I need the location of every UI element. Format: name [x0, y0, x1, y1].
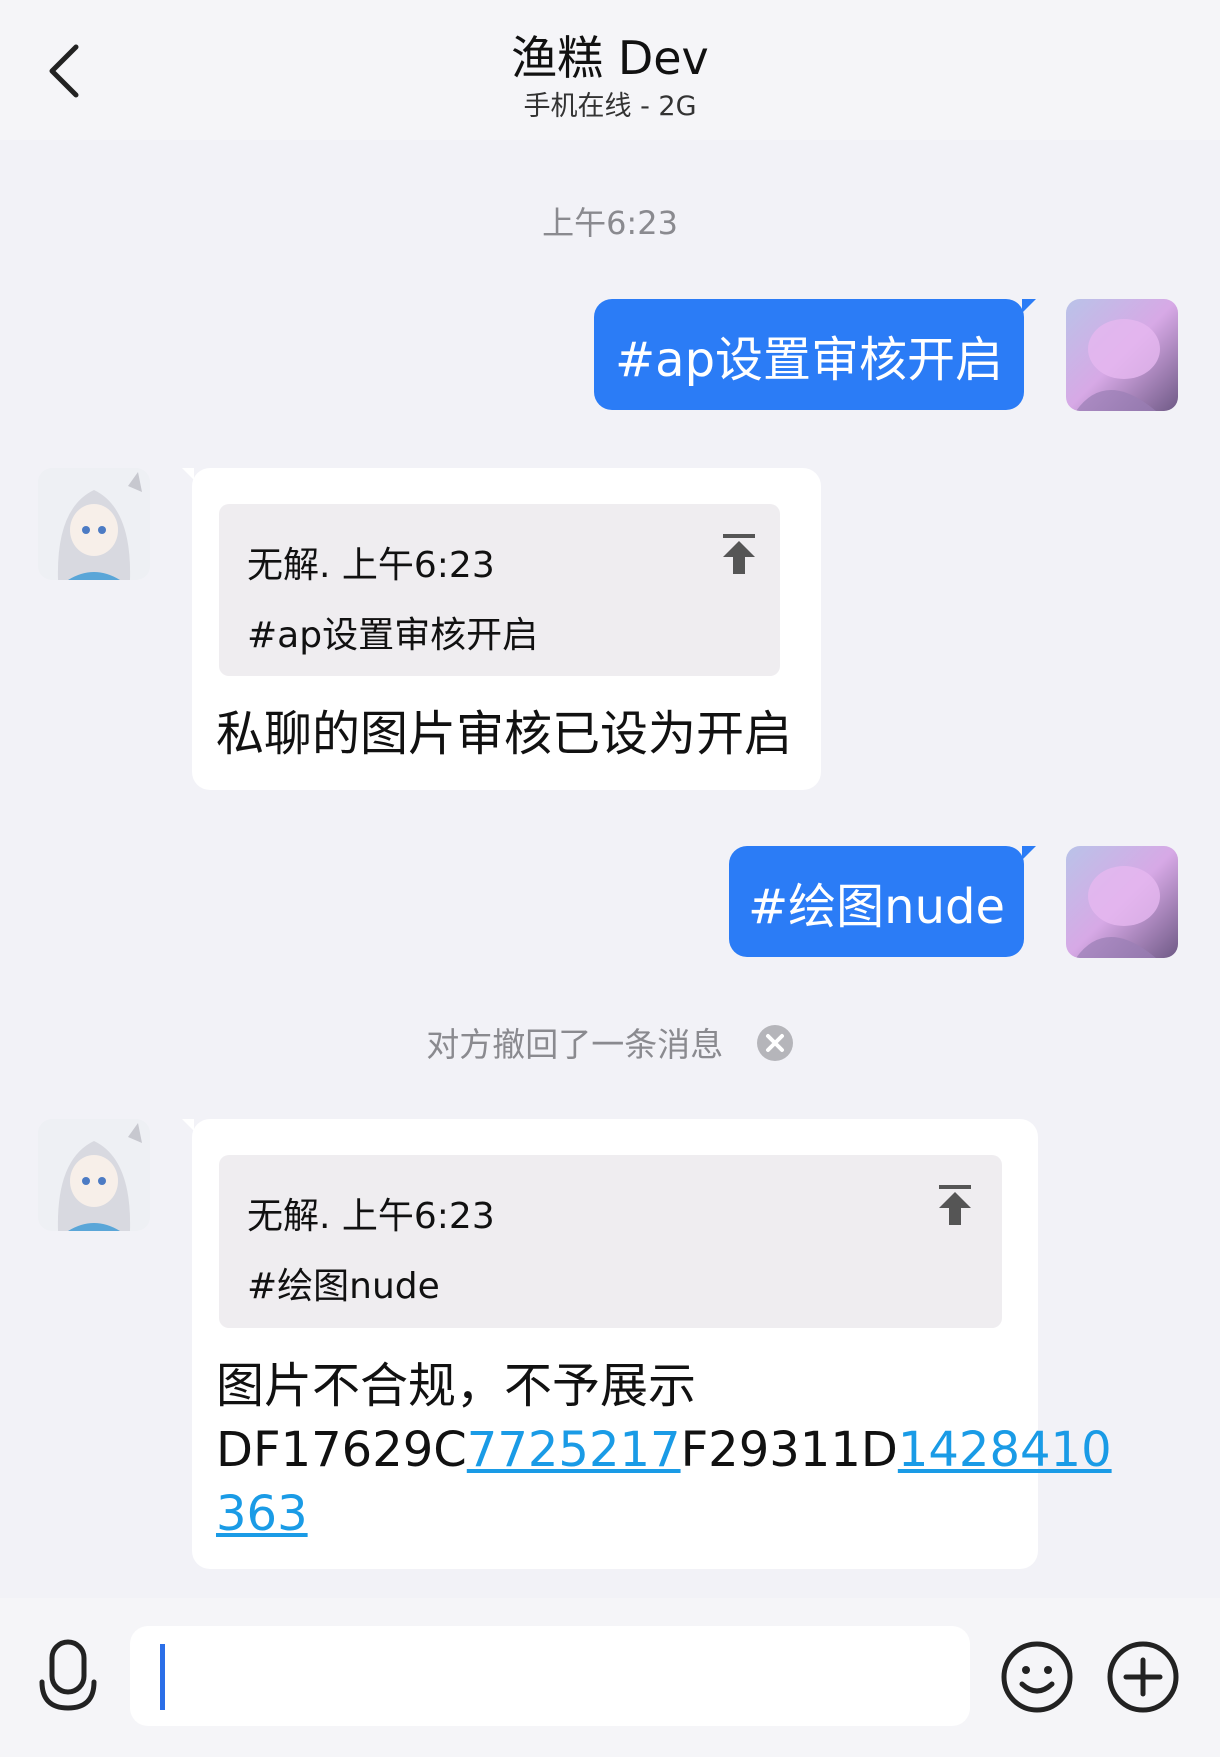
input-bar [0, 1598, 1220, 1757]
reply-text: 私聊的图片审核已设为开启 [216, 706, 793, 762]
quoted-message[interactable]: 无解. 上午6:23 #绘图nude [219, 1155, 1002, 1328]
recall-text: 对方撤回了一条消息 [426, 1025, 724, 1064]
microphone-icon[interactable] [36, 1638, 100, 1718]
plus-circle-icon[interactable] [1106, 1640, 1180, 1714]
online-status: 手机在线 - 2G [523, 91, 697, 122]
sent-message-bubble[interactable]: #ap设置审核开启 [594, 299, 1036, 410]
text-cursor [160, 1644, 165, 1710]
message-timestamp: 上午6:23 [542, 204, 678, 242]
sent-message-bubble[interactable]: #绘图nude [729, 846, 1036, 957]
reply-code-continued: 363 [216, 1482, 1006, 1546]
contact-avatar[interactable] [38, 1119, 150, 1231]
received-message-bubble[interactable]: 无解. 上午6:23 #ap设置审核开启 私聊的图片审核已设为开启 [182, 468, 821, 790]
message-input[interactable] [130, 1626, 970, 1726]
quoted-message[interactable]: 无解. 上午6:23 #ap设置审核开启 [219, 504, 780, 676]
close-circle-icon[interactable] [756, 1024, 794, 1070]
sent-message-text: #绘图nude [747, 878, 1006, 935]
quote-text: #绘图nude [247, 1266, 440, 1307]
sent-message-text: #ap设置审核开启 [614, 331, 1004, 388]
my-avatar[interactable] [1066, 846, 1178, 958]
chat-title: 渔糕 Dev [511, 31, 709, 85]
phone-link[interactable]: 363 [216, 1486, 308, 1542]
reply-line: 图片不合规，不予展示 [216, 1358, 697, 1414]
scroll-to-top-icon[interactable] [935, 1183, 975, 1227]
my-avatar[interactable] [1066, 299, 1178, 411]
reply-code: DF17629C7725217F29311D1428410 [216, 1418, 1112, 1482]
code-segment: DF17629C [216, 1422, 467, 1478]
phone-link[interactable]: 1428410 [898, 1422, 1112, 1478]
received-message-bubble[interactable]: 无解. 上午6:23 #绘图nude 图片不合规，不予展示 DF17629C77… [182, 1119, 1112, 1569]
quote-meta: 无解. 上午6:23 [247, 545, 495, 586]
smiley-icon[interactable] [1000, 1640, 1074, 1714]
code-segment: F29311D [680, 1422, 898, 1478]
contact-avatar[interactable] [38, 468, 150, 580]
phone-link[interactable]: 7725217 [467, 1422, 681, 1478]
quote-text: #ap设置审核开启 [247, 615, 539, 656]
scroll-to-top-icon[interactable] [719, 532, 759, 576]
reply-text: 图片不合规，不予展示 DF17629C7725217F29311D1428410… [216, 1354, 1112, 1546]
quote-meta: 无解. 上午6:23 [247, 1196, 495, 1237]
chat-header: 渔糕 Dev 手机在线 - 2G [0, 0, 1220, 140]
recall-notice: 对方撤回了一条消息 [0, 1018, 1220, 1070]
